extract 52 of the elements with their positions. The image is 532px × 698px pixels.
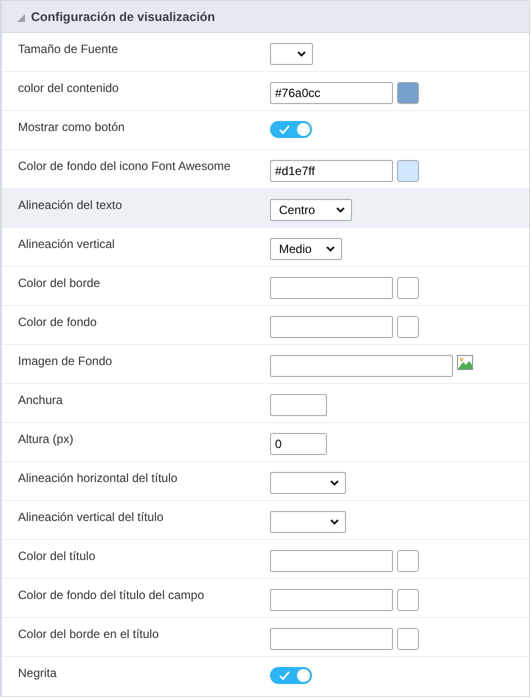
color-swatch[interactable] <box>397 628 419 650</box>
field-label: Tamaño de Fuente <box>17 42 120 58</box>
color-swatch[interactable] <box>397 589 419 611</box>
field-label: Anchura <box>17 393 64 409</box>
color-swatch[interactable] <box>397 277 419 299</box>
color-input[interactable] <box>270 550 393 572</box>
dropdown[interactable] <box>270 511 346 533</box>
check-icon <box>279 125 290 134</box>
color-input[interactable] <box>270 316 393 338</box>
color-swatch[interactable] <box>397 316 419 338</box>
dropdown[interactable] <box>270 43 313 65</box>
dropdown[interactable]: Centro <box>270 199 352 221</box>
field-label: Mostrar como botón <box>17 120 126 136</box>
image-icon[interactable] <box>457 355 473 370</box>
field-label: Color del borde <box>17 276 102 292</box>
chevron-down-icon <box>336 207 345 213</box>
image-input[interactable] <box>270 355 453 377</box>
chevron-down-icon <box>330 480 339 486</box>
chevron-down-icon <box>330 519 339 525</box>
toggle-switch[interactable] <box>270 121 312 138</box>
color-input[interactable]: #d1e7ff <box>270 160 393 182</box>
field-label: Imagen de Fondo <box>17 354 114 370</box>
field-label: Alineación vertical del título <box>17 510 164 526</box>
section-title: Configuración de visualización <box>31 10 216 24</box>
color-input[interactable] <box>270 628 393 650</box>
color-input[interactable] <box>270 589 393 611</box>
color-swatch[interactable] <box>397 550 419 572</box>
color-swatch[interactable] <box>397 160 419 182</box>
toggle-switch[interactable] <box>270 667 312 684</box>
dropdown[interactable] <box>270 472 346 494</box>
text-input[interactable] <box>270 394 327 416</box>
section-header[interactable]: Configuración de visualización <box>2 1 529 33</box>
check-icon <box>279 671 290 680</box>
field-label: Altura (px) <box>17 432 74 448</box>
field-label: Color de fondo del icono Font Awesome <box>17 159 232 175</box>
field-label: Color del título <box>17 549 96 565</box>
chevron-down-icon <box>297 51 306 57</box>
chevron-down-icon <box>326 246 335 252</box>
field-label: color del contenido <box>17 81 120 97</box>
field-label: Color de fondo <box>17 315 98 331</box>
collapse-triangle-icon[interactable] <box>17 14 25 22</box>
color-input[interactable] <box>270 277 393 299</box>
color-input[interactable]: #76a0cc <box>270 82 393 104</box>
dropdown[interactable]: Medio <box>270 238 342 260</box>
color-swatch[interactable] <box>397 82 419 104</box>
field-label: Alineación del texto <box>17 198 124 214</box>
field-label: Color de fondo del título del campo <box>17 588 206 604</box>
field-label: Color del borde en el título <box>17 627 160 643</box>
text-input[interactable]: 0 <box>270 433 327 455</box>
field-label: Alineación horizontal del título <box>17 471 178 487</box>
field-label: Alineación vertical <box>17 237 116 253</box>
field-label: Negrita <box>17 666 58 682</box>
